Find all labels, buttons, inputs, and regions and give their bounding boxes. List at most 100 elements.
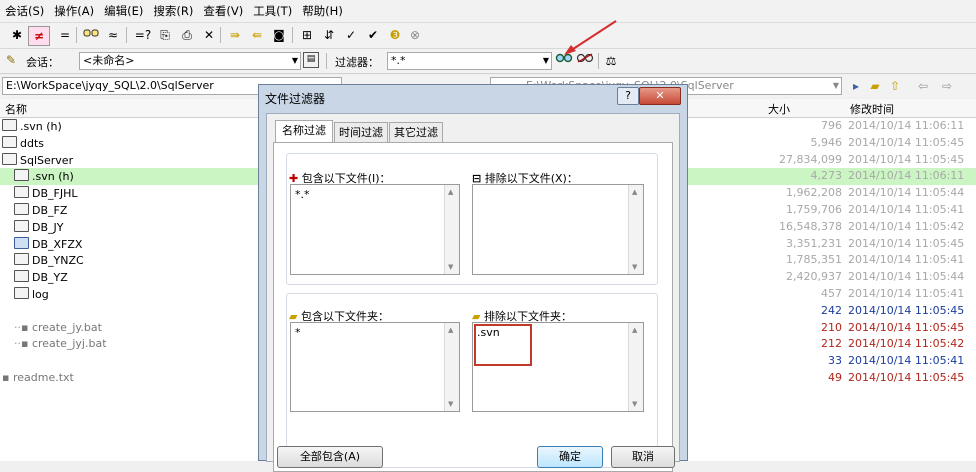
annotation-highlight-box bbox=[474, 324, 532, 366]
filter-combo[interactable]: *.* ▼ bbox=[387, 52, 552, 70]
session-combo[interactable]: <未命名> ▼ bbox=[79, 52, 301, 70]
forward-icon[interactable]: ⇨ bbox=[938, 77, 956, 95]
stop-icon[interactable]: ⊗ bbox=[406, 26, 424, 44]
check-icon[interactable]: ✓ bbox=[342, 26, 360, 44]
folder-icon bbox=[2, 135, 17, 148]
browse-icon[interactable]: ▸ bbox=[847, 77, 865, 95]
show-same-icon[interactable]: = bbox=[56, 26, 74, 44]
file-name-text: DB_FZ bbox=[32, 204, 68, 217]
scrollbar[interactable]: ▲ ▼ bbox=[444, 323, 459, 411]
annotation-arrow bbox=[564, 20, 617, 55]
attribute-icon[interactable]: ❸ bbox=[386, 26, 404, 44]
include-all-button[interactable]: 全部包含(A) bbox=[277, 446, 383, 468]
file-name-text: log bbox=[32, 288, 49, 301]
col-modified[interactable]: 修改时间 bbox=[850, 101, 894, 117]
folders-group: ▰ 包含以下文件夹： * ▲ ▼ ▰ 排除以下文件夹： .svn ▲ ▼ bbox=[286, 293, 658, 468]
copy-right-icon[interactable]: ⎘ bbox=[156, 26, 174, 44]
close-icon: ✕ bbox=[655, 89, 665, 102]
file-name-text: readme.txt bbox=[12, 371, 74, 384]
file-size-cell: 5,946 bbox=[810, 135, 843, 149]
file-date-cell: 2014/10/14 11:05:41 bbox=[848, 287, 965, 300]
file-size-cell: 49 bbox=[828, 371, 842, 384]
save-session-icon[interactable]: ▤ bbox=[303, 52, 319, 68]
folder-icon bbox=[14, 253, 29, 266]
parent-folder-icon[interactable]: ⇧ bbox=[886, 77, 904, 95]
file-size-cell: 457 bbox=[821, 287, 842, 300]
file-name-text: DB_JY bbox=[32, 220, 64, 234]
file-date-cell: 2014/10/14 11:05:45 bbox=[848, 236, 965, 250]
scrollbar[interactable]: ▲ ▼ bbox=[444, 185, 459, 274]
file-icon: ▪ bbox=[2, 371, 13, 384]
file-size-cell: 210 bbox=[821, 320, 842, 334]
help-button[interactable]: ? bbox=[617, 87, 639, 105]
copy-folder-icon[interactable]: ⎙ bbox=[178, 26, 196, 44]
tab-time-filter[interactable]: 时间过滤 bbox=[334, 122, 388, 142]
file-date-cell: 2014/10/14 11:05:45 bbox=[848, 135, 965, 149]
cancel-button[interactable]: 取消 bbox=[611, 446, 675, 468]
show-diffs-icon[interactable]: ≠ bbox=[28, 26, 50, 46]
include-folders-list[interactable]: * ▲ ▼ bbox=[290, 322, 460, 412]
exclude-files-list[interactable]: ▲ ▼ bbox=[472, 184, 644, 275]
tab-name-filter[interactable]: 名称过滤 bbox=[275, 120, 333, 143]
sync-left-icon[interactable]: ⇚ bbox=[248, 26, 266, 44]
menu-search[interactable]: 搜索(R) bbox=[148, 0, 198, 22]
session-value: <未命名> bbox=[83, 54, 135, 67]
file-name-cell: .svn (h) bbox=[14, 169, 74, 183]
file-name-cell: DB_FJHL bbox=[14, 186, 78, 200]
file-date-cell: 2014/10/14 11:05:42 bbox=[848, 219, 965, 233]
col-name[interactable]: 名称 bbox=[5, 101, 27, 117]
sync-right-icon[interactable]: ⇛ bbox=[226, 26, 244, 44]
delete-icon[interactable]: ✕ bbox=[200, 26, 218, 44]
menu-edit[interactable]: 编辑(E) bbox=[99, 0, 148, 22]
file-size-cell: 796 bbox=[821, 119, 842, 132]
col-size[interactable]: 大小 bbox=[768, 101, 790, 117]
menu-tools[interactable]: 工具(T) bbox=[248, 0, 297, 22]
menu-action[interactable]: 操作(A) bbox=[49, 0, 99, 22]
menu-view[interactable]: 查看(V) bbox=[198, 0, 248, 22]
include-files-item[interactable]: *.* bbox=[295, 188, 310, 201]
glasses-icon[interactable] bbox=[82, 26, 100, 44]
file-size-cell: 1,759,706 bbox=[786, 203, 842, 216]
include-files-list[interactable]: *.* ▲ ▼ bbox=[290, 184, 460, 275]
compare-icon[interactable]: =? bbox=[134, 26, 152, 44]
open-folder-icon[interactable]: ▰ bbox=[866, 77, 884, 95]
folder-icon bbox=[2, 152, 17, 165]
show-all-icon[interactable]: ✱ bbox=[8, 26, 26, 44]
menu-session[interactable]: 会话(S) bbox=[0, 0, 49, 22]
approx-icon[interactable]: ≈ bbox=[104, 26, 122, 44]
tab-other-filter[interactable]: 其它过滤 bbox=[389, 122, 443, 142]
file-name-text: DB_FJHL bbox=[32, 187, 78, 201]
scrollbar[interactable]: ▲ ▼ bbox=[628, 185, 643, 274]
file-icon: ▪ bbox=[21, 337, 32, 351]
file-name-cell: DB_XFZX bbox=[14, 236, 82, 251]
chevron-down-icon: ▼ bbox=[542, 56, 549, 65]
file-date-cell: 2014/10/14 11:05:41 bbox=[848, 253, 965, 267]
check-refresh-icon[interactable]: ✔ bbox=[364, 26, 382, 44]
file-size-cell: 1,785,351 bbox=[786, 253, 842, 267]
close-button[interactable]: ✕ bbox=[639, 87, 681, 105]
folder-icon bbox=[2, 119, 17, 131]
include-folders-item[interactable]: * bbox=[295, 326, 301, 339]
file-size-cell: 16,548,378 bbox=[779, 219, 842, 233]
file-size-cell: 2,420,937 bbox=[786, 270, 842, 284]
file-size-cell: 27,834,099 bbox=[779, 152, 842, 166]
ok-button[interactable]: 确定 bbox=[537, 446, 603, 468]
file-date-cell: 2014/10/14 11:05:45 bbox=[848, 303, 965, 317]
chevron-down-icon: ▼ bbox=[291, 56, 298, 65]
scrollbar[interactable]: ▲ ▼ bbox=[628, 323, 643, 411]
file-date-cell: 2014/10/14 11:05:42 bbox=[848, 337, 965, 351]
file-name-cell: ··▪ create_jyj.bat bbox=[14, 337, 107, 351]
filter-label: 过滤器： bbox=[335, 56, 379, 69]
expand-icon[interactable]: ⇵ bbox=[320, 26, 338, 44]
file-date-cell: 2014/10/14 11:05:44 bbox=[848, 186, 965, 200]
chevron-down-icon: ▼ bbox=[832, 81, 839, 90]
file-name-cell: DB_FZ bbox=[14, 203, 67, 217]
menu-help[interactable]: 帮助(H) bbox=[297, 0, 348, 22]
back-icon[interactable]: ⇦ bbox=[914, 77, 932, 95]
file-date-cell: 2014/10/14 11:05:41 bbox=[848, 203, 965, 216]
toolbar: ✱ ≠ = ≈ =? ⎘ ⎙ ✕ ⇛ ⇚ ◙ ⊞ ⇵ ✓ ✔ ❸ ⊗ bbox=[0, 23, 976, 49]
file-icon: ▪ bbox=[21, 320, 32, 334]
camera-icon[interactable]: ◙ bbox=[270, 26, 288, 44]
tree-icon[interactable]: ⊞ bbox=[298, 26, 316, 44]
folder-icon bbox=[14, 186, 29, 199]
